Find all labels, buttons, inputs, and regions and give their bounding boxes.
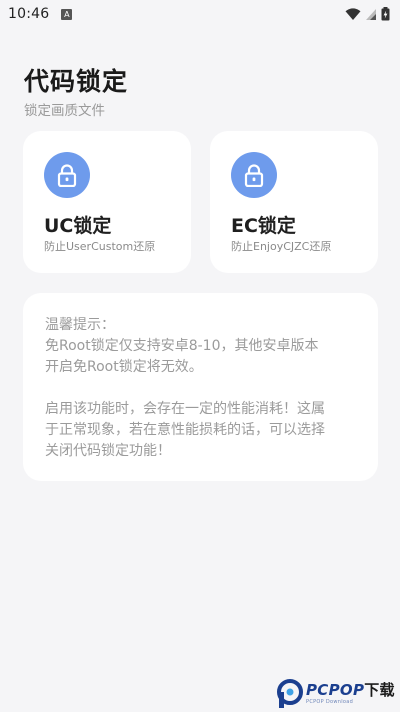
status-bar: 10:46 A <box>0 0 400 28</box>
watermark-text: PCPOP下载 PCPOP Download <box>306 680 395 705</box>
notice-paragraph-1: 免Root锁定仅支持安卓8-10，其他安卓版本 开启免Root锁定将无效。 <box>45 338 319 375</box>
uc-lock-card[interactable]: UC锁定 防止UserCustom还原 <box>23 131 191 273</box>
battery-icon <box>381 7 390 21</box>
ec-lock-card[interactable]: EC锁定 防止EnjoyCJZC还原 <box>210 131 378 273</box>
watermark-brand: PCPOP下载 <box>306 680 395 699</box>
notice-paragraph-2: 启用该功能时，会存在一定的性能消耗！这属 于正常现象，若在意性能损耗的话，可以选… <box>45 401 325 459</box>
notice-card: 温馨提示： 免Root锁定仅支持安卓8-10，其他安卓版本 开启免Root锁定将… <box>23 293 378 481</box>
ec-lock-title: EC锁定 <box>231 215 296 237</box>
status-time: 10:46 <box>8 6 50 22</box>
watermark: PCPOP下载 PCPOP Download <box>276 675 400 712</box>
notification-icon: A <box>61 8 73 20</box>
ec-lock-subtitle: 防止EnjoyCJZC还原 <box>231 240 332 253</box>
notice-heading: 温馨提示： <box>45 317 115 333</box>
wifi-icon <box>345 7 361 20</box>
watermark-tagline: PCPOP Download <box>306 698 354 705</box>
lock-icon <box>44 152 90 198</box>
status-icons <box>345 7 390 21</box>
page-subtitle: 锁定画质文件 <box>24 103 105 119</box>
uc-lock-title: UC锁定 <box>44 215 112 237</box>
lock-icon <box>231 152 277 198</box>
page-title: 代码锁定 <box>24 67 129 96</box>
notice-spacer <box>45 378 356 399</box>
uc-lock-subtitle: 防止UserCustom还原 <box>44 240 156 253</box>
pcpop-logo-icon <box>277 678 303 708</box>
signal-icon <box>366 8 376 20</box>
